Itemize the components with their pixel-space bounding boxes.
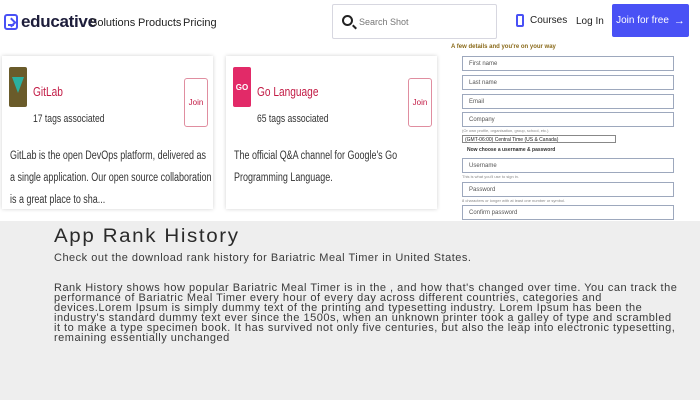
top-navbar: educative Solutions Products Pricing Sea… <box>0 0 700 44</box>
username-field[interactable]: Username <box>462 158 674 173</box>
app-rank-section: App Rank History Check out the download … <box>0 221 700 400</box>
courses-label: Courses <box>530 15 568 26</box>
password-field[interactable]: Password <box>462 182 674 197</box>
card-tags-count: 17 tags associated <box>33 113 105 125</box>
card-title[interactable]: Go Language <box>257 84 318 99</box>
card-join-button[interactable]: Join <box>184 78 208 127</box>
section-intro: Check out the download rank history for … <box>54 252 472 264</box>
section-body: Rank History shows how popular Bariatric… <box>54 282 678 345</box>
email-field[interactable]: Email <box>462 94 674 109</box>
company-field[interactable]: Company <box>462 112 674 127</box>
timezone-select[interactable]: (GMT-06:00) Central Time (US & Canada) <box>462 135 616 143</box>
section-title: App Rank History <box>54 226 240 247</box>
password-help-text: 8 characters or longer with at least one… <box>462 198 566 203</box>
confirm-password-field[interactable]: Confirm password <box>462 205 674 220</box>
nav-pricing[interactable]: Pricing <box>183 17 217 29</box>
go-logo-icon: GO <box>233 67 251 107</box>
educative-logo-icon <box>4 14 18 30</box>
join-for-free-label: Join for free <box>616 15 669 26</box>
search-placeholder: Search Shot <box>359 17 409 27</box>
search-input[interactable]: Search Shot <box>332 4 497 39</box>
credentials-subhead: Now choose a username & password <box>467 147 556 153</box>
educative-logo[interactable]: educative <box>4 12 97 32</box>
signup-form: A few details and you're on your way Fir… <box>443 40 696 220</box>
username-help-text: This is what you'll use to sign in. <box>462 174 520 179</box>
card-description: GitLab is the open DevOps platform, deli… <box>10 150 212 206</box>
card-description: The official Q&A channel for Google's Go… <box>234 150 398 184</box>
card-tags-count: 65 tags associated <box>257 113 329 125</box>
tag-card-go: GO Go Language 65 tags associated Join T… <box>226 56 437 209</box>
form-header: A few details and you're on your way <box>451 44 556 50</box>
device-icon <box>516 14 524 27</box>
gitlab-logo-icon <box>9 67 27 107</box>
nav-solutions[interactable]: Solutions <box>90 17 135 29</box>
card-join-button[interactable]: Join <box>408 78 432 127</box>
last-name-field[interactable]: Last name <box>462 75 674 90</box>
first-name-field[interactable]: First name <box>462 56 674 71</box>
logo-text: educative <box>21 12 97 31</box>
tag-card-gitlab: GitLab 17 tags associated Join GitLab is… <box>2 56 213 209</box>
nav-products[interactable]: Products <box>138 17 181 29</box>
arrow-right-icon: → <box>673 14 685 27</box>
join-for-free-button[interactable]: Join for free → <box>612 4 689 37</box>
search-icon <box>342 15 353 26</box>
card-title[interactable]: GitLab <box>33 84 63 99</box>
courses-link[interactable]: Courses <box>516 14 567 27</box>
company-help-text: (Or own profile, organisation, group, sc… <box>462 128 549 133</box>
login-link[interactable]: Log In <box>576 16 604 27</box>
